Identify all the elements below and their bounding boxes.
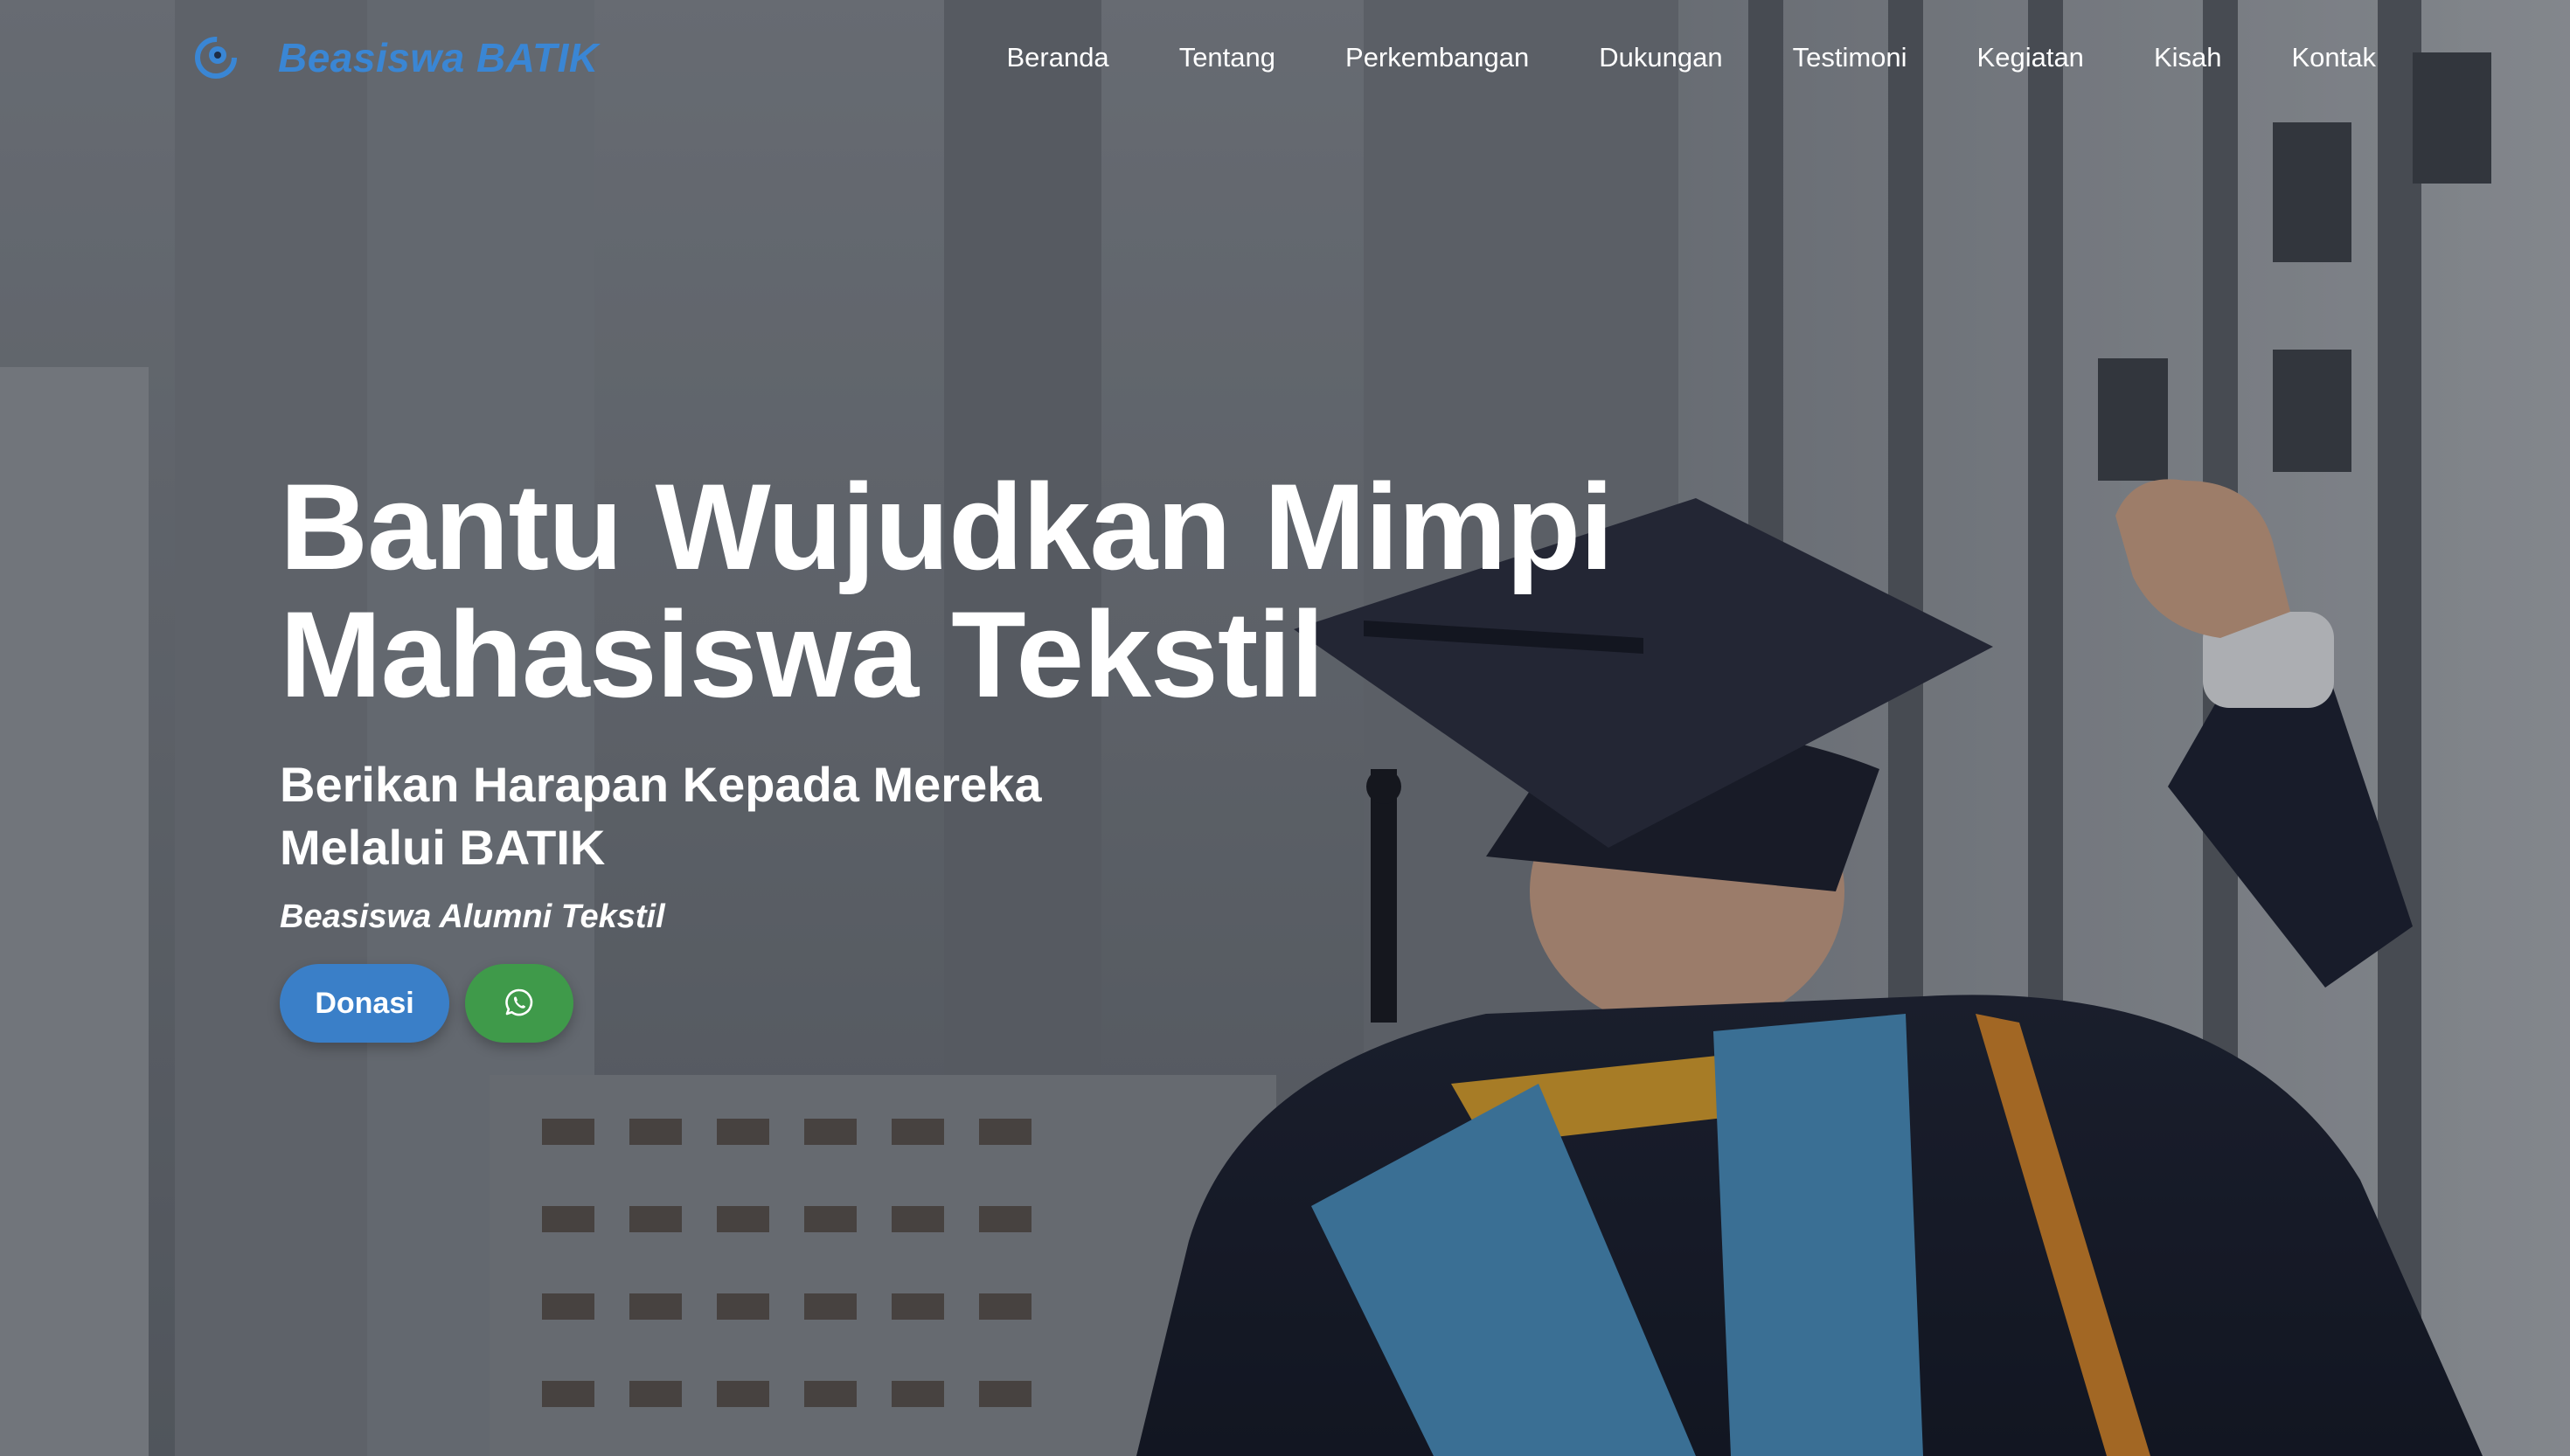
hero-content: Bantu Wujudkan Mimpi Mahasiswa Tekstil B… xyxy=(280,463,1766,1043)
hero-subtitle-line1: Berikan Harapan Kepada Mereka xyxy=(280,757,1042,812)
nav-item-kontak[interactable]: Kontak xyxy=(2291,42,2376,73)
whatsapp-button[interactable] xyxy=(465,964,573,1043)
hero-title-line2: Mahasiswa Tekstil xyxy=(280,586,1324,723)
hero-subtitle-line2: Melalui BATIK xyxy=(280,820,606,875)
navbar: Beasiswa BATIK Beranda Tentang Perkemban… xyxy=(0,0,2570,131)
donate-button[interactable]: Donasi xyxy=(280,964,449,1043)
hero-title: Bantu Wujudkan Mimpi Mahasiswa Tekstil xyxy=(280,463,1766,718)
nav-item-kegiatan[interactable]: Kegiatan xyxy=(1977,42,2084,73)
hero-tagline: Beasiswa Alumni Tekstil xyxy=(280,898,665,935)
hero-title-line1: Bantu Wujudkan Mimpi xyxy=(280,458,1614,595)
nav-item-perkembangan[interactable]: Perkembangan xyxy=(1345,42,1529,73)
batik-logo-icon[interactable] xyxy=(194,36,238,80)
hero-section: Beasiswa BATIK Beranda Tentang Perkemban… xyxy=(0,0,2570,1456)
nav-item-tentang[interactable]: Tentang xyxy=(1179,42,1275,73)
main-nav: Beranda Tentang Perkembangan Dukungan Te… xyxy=(1006,42,2376,73)
nav-item-beranda[interactable]: Beranda xyxy=(1006,42,1108,73)
brand-name[interactable]: Beasiswa BATIK xyxy=(278,34,599,81)
nav-item-kisah[interactable]: Kisah xyxy=(2154,42,2222,73)
brand[interactable]: Beasiswa BATIK xyxy=(194,28,599,87)
hero-subtitle: Berikan Harapan Kepada Mereka Melalui BA… xyxy=(280,753,1154,879)
nav-item-dukungan[interactable]: Dukungan xyxy=(1599,42,1722,73)
hero-actions: Donasi xyxy=(280,964,1766,1043)
whatsapp-icon xyxy=(504,987,535,1021)
nav-item-testimoni[interactable]: Testimoni xyxy=(1793,42,1907,73)
